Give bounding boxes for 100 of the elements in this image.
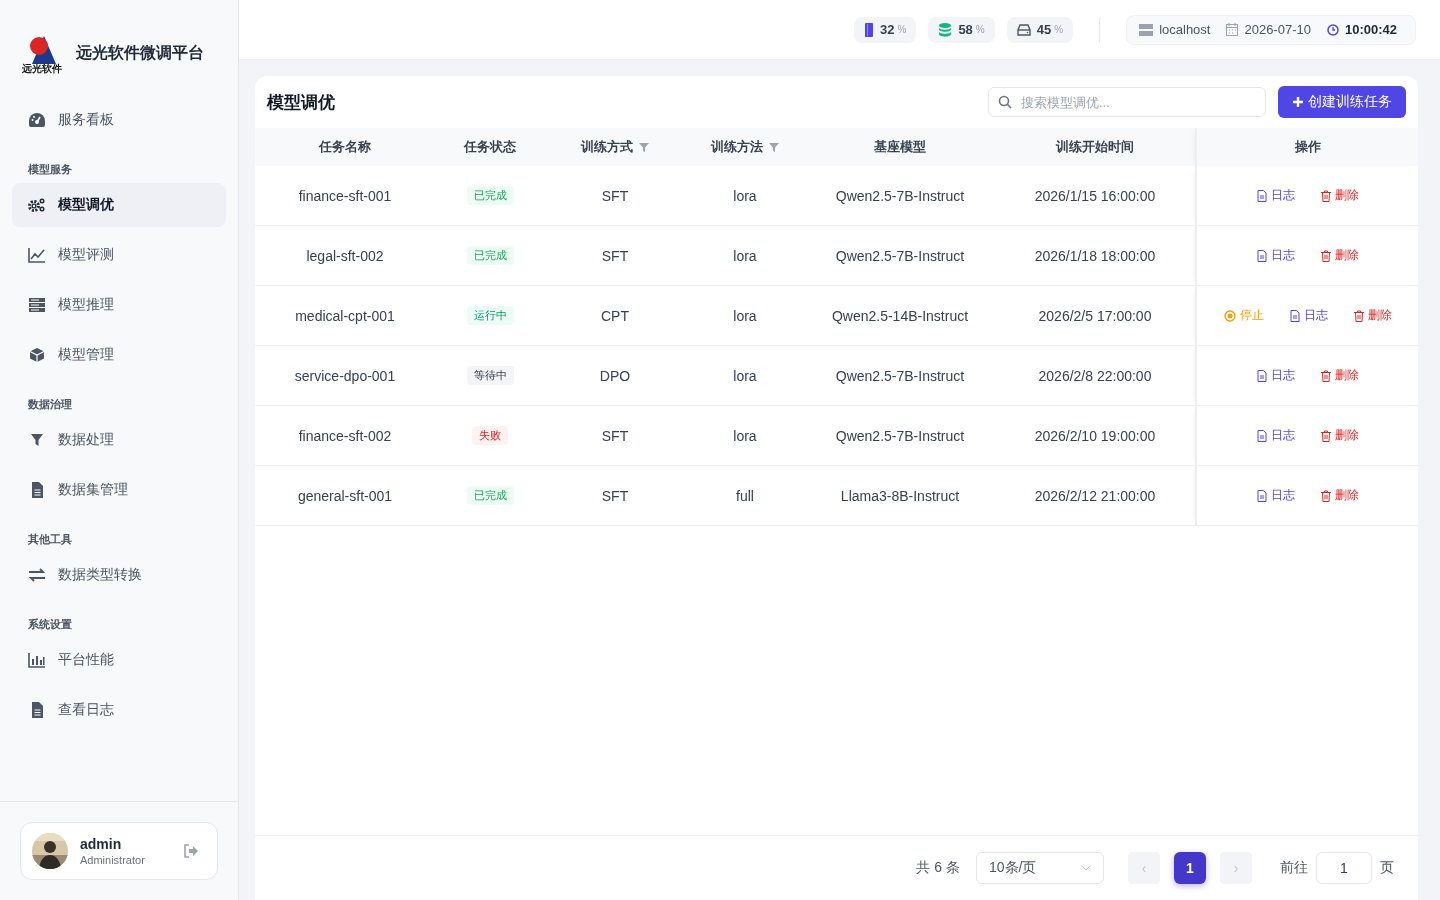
log-button[interactable]: 日志 [1289, 307, 1328, 324]
document-icon [1256, 369, 1267, 382]
filter-icon[interactable] [639, 142, 649, 152]
trash-icon [1320, 429, 1331, 442]
user-name: admin [80, 836, 123, 852]
nav-section-heading: 模型服务 [27, 162, 73, 177]
document-icon [1256, 429, 1267, 442]
gears-icon [28, 197, 46, 213]
stop-circle-icon [1223, 309, 1236, 322]
status-tag: 已完成 [466, 486, 514, 505]
column-header: 任务名称 [317, 138, 372, 156]
table-cell: full [736, 487, 754, 504]
page-input[interactable]: 1 [1316, 852, 1372, 884]
sidebar-item[interactable]: 服务看板 [12, 98, 226, 142]
clock-icon [1326, 23, 1339, 36]
document-icon [1256, 489, 1267, 502]
log-button[interactable]: 日志 [1256, 487, 1295, 504]
document-icon [1256, 249, 1267, 262]
sidebar-item[interactable]: 数据处理 [12, 418, 226, 462]
delete-button[interactable]: 删除 [1320, 247, 1359, 264]
column-header: 基座模型 [873, 138, 927, 156]
table-cell: 2026/2/8 22:00:00 [1038, 367, 1152, 384]
search-icon [998, 95, 1012, 109]
table-cell: 2026/2/12 21:00:00 [1034, 487, 1156, 504]
table-cell: SFT [601, 427, 629, 444]
sidebar-item[interactable]: 模型评测 [12, 233, 226, 277]
document-icon [1289, 309, 1300, 322]
table-cell: Qwen2.5-7B-Instruct [835, 427, 965, 444]
status-tag: 运行中 [466, 306, 514, 325]
table-cell: 2026/2/5 17:00:00 [1038, 307, 1152, 324]
log-button[interactable]: 日志 [1256, 247, 1295, 264]
chevron-down-icon [1081, 865, 1091, 871]
log-button[interactable]: 日志 [1256, 427, 1295, 444]
delete-button[interactable]: 删除 [1320, 427, 1359, 444]
status-tag: 等待中 [466, 366, 514, 385]
sidebar-item[interactable]: 数据类型转换 [12, 553, 226, 597]
usage-unit: % [1054, 24, 1064, 35]
table-cell: lora [733, 247, 757, 264]
table-cell: SFT [601, 487, 629, 504]
trash-icon [1320, 249, 1331, 262]
usage-value: 32 [880, 22, 895, 37]
table-cell: lora [733, 187, 757, 204]
nav-section-heading: 数据治理 [27, 397, 73, 412]
create-task-button[interactable]: 创建训练任务 [1278, 86, 1406, 118]
search-field[interactable]: 搜索模型调优... [988, 87, 1266, 117]
memory-icon [864, 22, 874, 37]
server-icon [28, 297, 46, 313]
table-cell: SFT [601, 247, 629, 264]
table-cell: Qwen2.5-7B-Instruct [835, 247, 965, 264]
swap-arrows-icon [28, 567, 46, 583]
hard-drive-icon [1016, 23, 1031, 36]
database-icon [938, 22, 953, 37]
sidebar-item[interactable]: 数据集管理 [12, 468, 226, 512]
log-button[interactable]: 日志 [1256, 367, 1295, 384]
page-title: 模型调优 [267, 91, 336, 114]
delete-button[interactable]: 删除 [1320, 187, 1359, 204]
nav-section-heading: 其他工具 [27, 532, 73, 547]
bar-chart-icon [28, 652, 46, 668]
document-icon [1256, 189, 1267, 202]
cube-icon [28, 347, 46, 363]
sidebar-item[interactable]: 模型推理 [12, 283, 226, 327]
status-tag: 失败 [472, 426, 508, 445]
sidebar-item[interactable]: 查看日志 [12, 688, 226, 732]
trash-icon [1320, 489, 1331, 502]
line-chart-icon [28, 247, 46, 263]
table-cell: finance-sft-001 [298, 187, 392, 204]
server-icon [1139, 23, 1154, 36]
sidebar-item[interactable]: 模型调优 [12, 183, 226, 227]
table-cell: Qwen2.5-7B-Instruct [835, 187, 965, 204]
column-header: 训练开始时间 [1055, 138, 1135, 156]
delete-button[interactable]: 删除 [1320, 487, 1359, 504]
nav-section-heading: 系统设置 [27, 617, 73, 632]
filter-icon [28, 432, 46, 448]
delete-button[interactable]: 删除 [1320, 367, 1359, 384]
filter-icon[interactable] [769, 142, 779, 152]
table-cell: medical-cpt-001 [295, 307, 395, 324]
gauge-icon [28, 112, 46, 128]
app-title: 远光软件微调平台 [76, 42, 204, 63]
table-cell: 2026/2/10 19:00:00 [1034, 427, 1156, 444]
table-cell: general-sft-001 [297, 487, 393, 504]
page-size-select[interactable]: 10条/页 [976, 852, 1104, 884]
sidebar-item[interactable]: 模型管理 [12, 333, 226, 377]
logo-icon [27, 34, 57, 64]
sidebar-item[interactable]: 平台性能 [12, 638, 226, 682]
page-button[interactable]: 1 [1174, 852, 1206, 884]
table-cell: lora [733, 427, 757, 444]
column-header: 任务状态 [462, 138, 517, 156]
delete-button[interactable]: 删除 [1353, 307, 1392, 324]
usage-unit: % [897, 24, 907, 35]
logo-text: 远光软件 [22, 65, 62, 72]
table-cell: service-dpo-001 [294, 367, 396, 384]
date-text: 2026-07-10 [1244, 22, 1311, 37]
log-button[interactable]: 日志 [1256, 187, 1295, 204]
page-suffix: 页 [1380, 859, 1394, 877]
calendar-icon [1226, 23, 1239, 36]
table-cell: Llama3-8B-Instruct [840, 487, 960, 504]
table-cell: 2026/1/15 16:00:00 [1034, 187, 1156, 204]
table-cell: finance-sft-002 [298, 427, 392, 444]
logout-icon[interactable] [183, 844, 199, 858]
column-header: 操作 [1195, 128, 1418, 166]
